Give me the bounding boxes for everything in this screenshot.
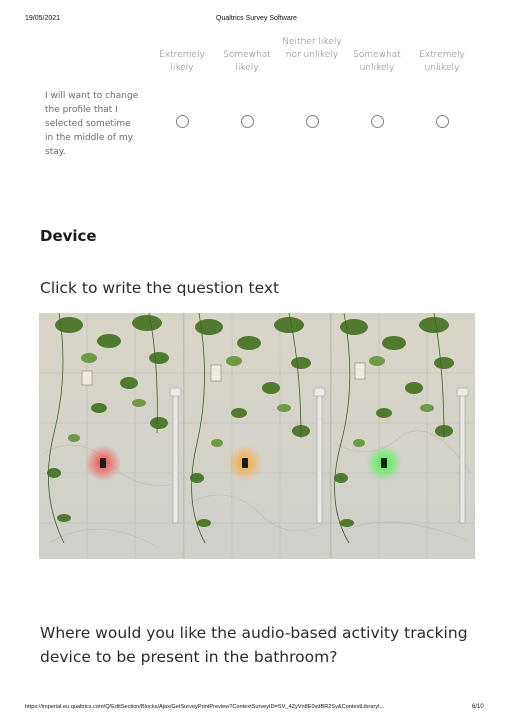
device-photo: [39, 313, 475, 559]
scale-somewhat-unlikely: Somewhat unlikely: [353, 50, 401, 73]
scale-neither: Neither likely nor unlikely: [282, 37, 342, 60]
print-footer-url: https://imperial.eu.qualtrics.com/Q/Edit…: [25, 704, 385, 710]
radio-extremely-likely[interactable]: [176, 115, 189, 128]
location-question-text: Where would you like the audio-based act…: [40, 624, 468, 666]
radio-somewhat-unlikely[interactable]: [371, 115, 384, 128]
print-title: Qualtrics Survey Software: [216, 15, 297, 22]
section-title: Device: [40, 227, 97, 245]
radio-neither[interactable]: [306, 115, 319, 128]
scale-extremely-likely: Extremely likely: [159, 50, 205, 73]
scale-somewhat-likely: Somewhat likely: [223, 50, 271, 73]
print-footer-page: 6/10: [472, 704, 484, 710]
radio-extremely-unlikely[interactable]: [436, 115, 449, 128]
radio-somewhat-likely[interactable]: [241, 115, 254, 128]
question-text-placeholder[interactable]: Click to write the question text: [40, 279, 279, 297]
matrix-statement: I will want to change the profile that I…: [45, 91, 139, 157]
scale-extremely-unlikely: Extremely unlikely: [419, 50, 465, 73]
